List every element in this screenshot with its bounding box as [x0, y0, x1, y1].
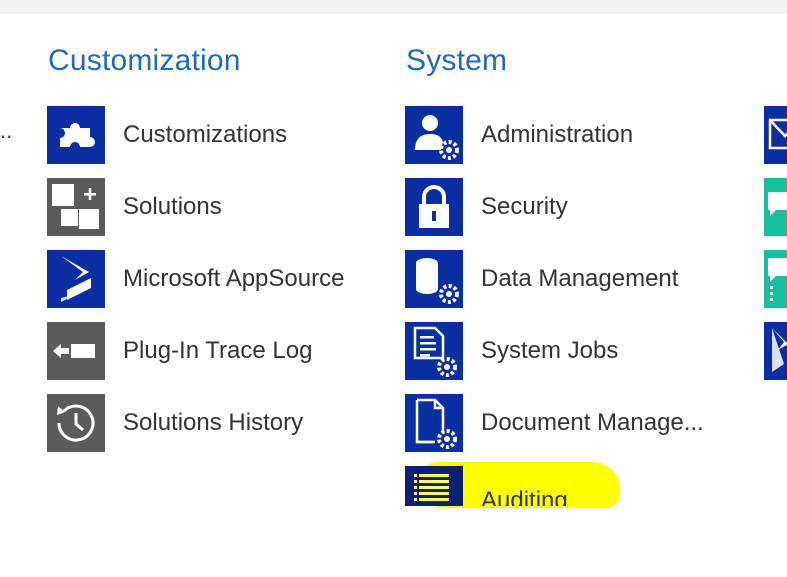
email-icon [764, 106, 787, 164]
document-management-link[interactable]: Document Manage... [405, 394, 704, 452]
document-management-icon [405, 394, 463, 452]
system-heading: System [406, 44, 508, 77]
document-management-label: Document Manage... [481, 409, 704, 436]
plugin-trace-log-link[interactable]: Plug-In Trace Log [47, 322, 312, 380]
plugin-trace-log-label: Plug-In Trace Log [123, 337, 313, 364]
system-jobs-icon [405, 322, 463, 380]
administration-icon [405, 106, 463, 164]
appsource-link[interactable]: Microsoft AppSource [47, 250, 344, 308]
security-label: Security [481, 193, 568, 220]
history-icon [47, 394, 105, 452]
auditing-link[interactable]: Auditing [405, 466, 625, 506]
solutions-label: Solutions [123, 193, 222, 220]
chat-list-icon [764, 250, 787, 308]
dynamics-logo-icon [47, 250, 105, 308]
auditing-icon [405, 466, 463, 506]
security-link[interactable]: Security [405, 178, 568, 236]
administration-link[interactable]: Administration [405, 106, 633, 164]
chat-icon [764, 178, 787, 236]
customizations-link[interactable]: Customizations [47, 106, 287, 164]
partial-tile-2[interactable] [764, 178, 787, 236]
customizations-label: Customizations [123, 121, 288, 148]
auditing-clip: Auditing [405, 466, 625, 506]
auditing-label: Auditing [481, 487, 568, 506]
top-bar [0, 0, 787, 14]
puzzle-icon [47, 106, 105, 164]
administration-label: Administration [481, 121, 634, 148]
trace-log-icon [47, 322, 105, 380]
truncated-left-label: .. [0, 118, 13, 143]
lock-icon [405, 178, 463, 236]
solutions-history-link[interactable]: Solutions History [47, 394, 303, 452]
partial-tile-1[interactable] [764, 106, 787, 164]
appsource-label: Microsoft AppSource [123, 265, 345, 292]
data-management-label: Data Management [481, 265, 679, 292]
data-management-link[interactable]: Data Management [405, 250, 678, 308]
system-jobs-label: System Jobs [481, 337, 619, 364]
dynamics-logo-icon [764, 322, 787, 380]
partial-tile-3[interactable] [764, 250, 787, 308]
data-management-icon [405, 250, 463, 308]
system-jobs-link[interactable]: System Jobs [405, 322, 618, 380]
partial-tile-4[interactable] [764, 322, 787, 380]
solutions-link[interactable]: Solutions [47, 178, 222, 236]
solutions-history-label: Solutions History [123, 409, 304, 436]
customization-heading: Customization [48, 44, 241, 77]
solutions-icon [47, 178, 105, 236]
